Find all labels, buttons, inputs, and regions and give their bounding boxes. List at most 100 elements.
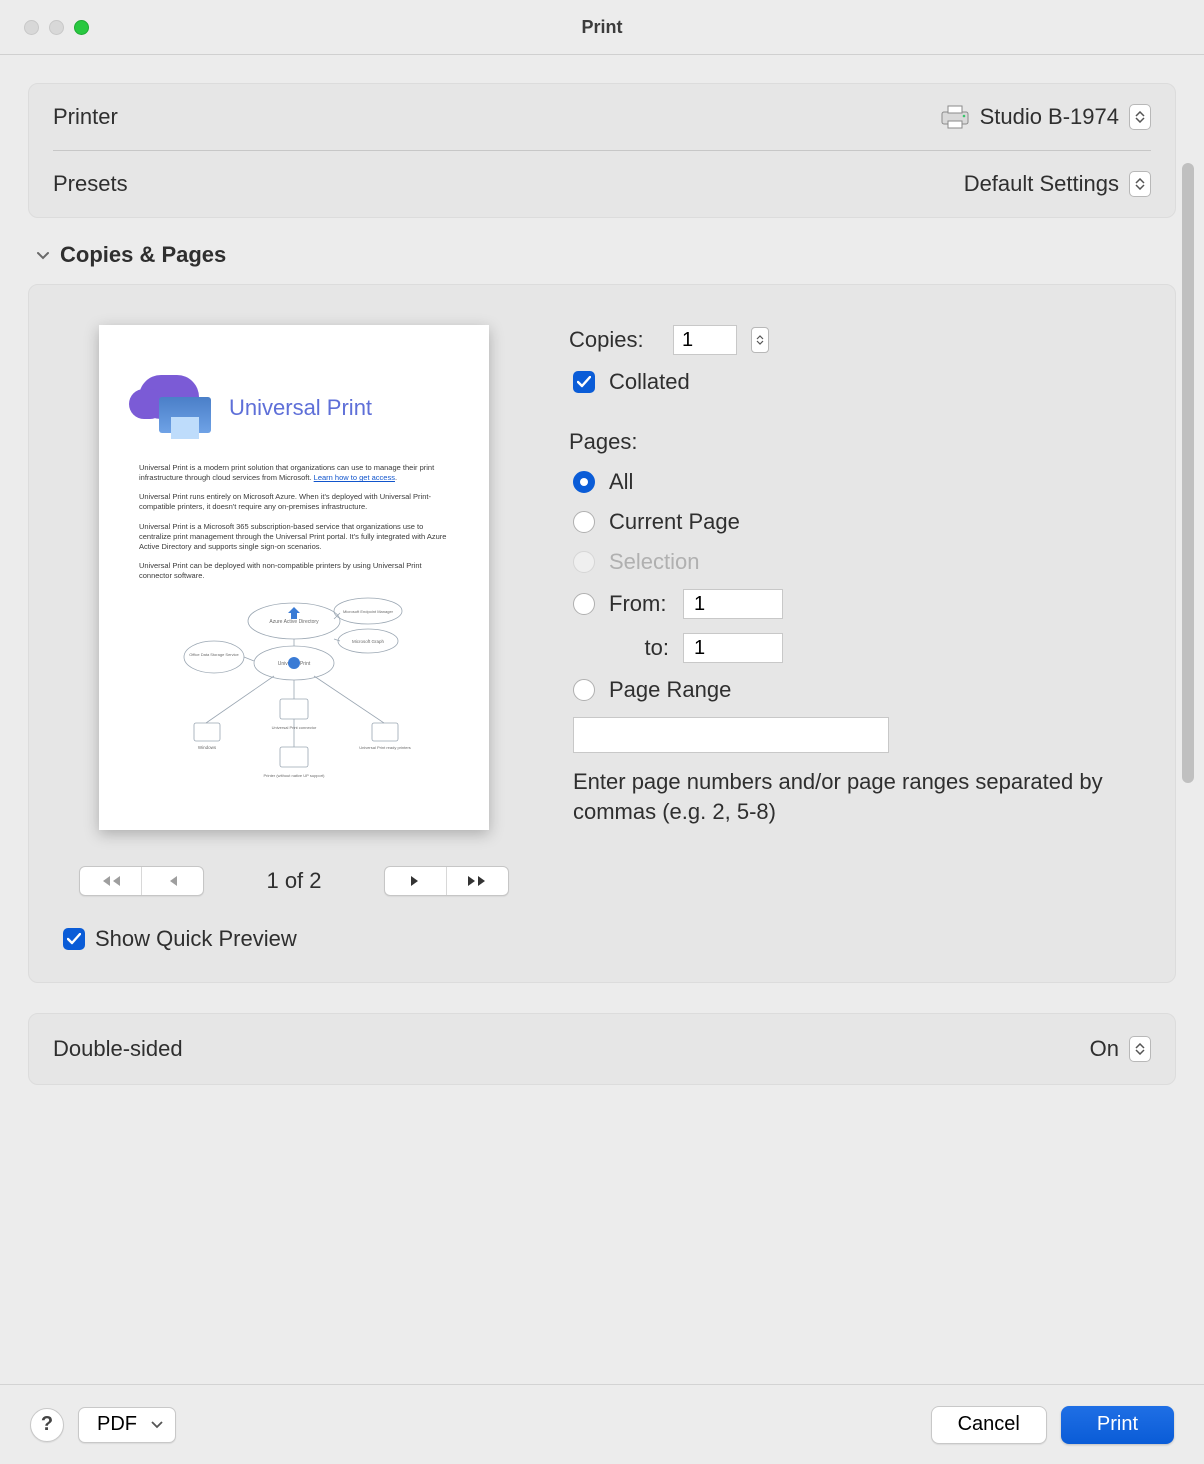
svg-text:Azure Active Directory: Azure Active Directory — [269, 619, 319, 625]
radio-from-row: From: — [569, 589, 1145, 619]
radio-selection-label: Selection — [609, 549, 700, 575]
svg-text:Universal Print ready printers: Universal Print ready printers — [359, 745, 411, 750]
from-label: From: — [609, 591, 669, 617]
printer-row: Printer Studio B-1974 — [29, 84, 1175, 150]
window-title: Print — [0, 17, 1204, 38]
printer-presets-panel: Printer Studio B-1974 — [28, 83, 1176, 218]
preview-paragraph: Universal Print is a Microsoft 365 subsc… — [139, 522, 449, 552]
preview-paragraph: Universal Print runs entirely on Microso… — [139, 492, 449, 512]
fade-overlay — [28, 1354, 1176, 1384]
preview-logo: Universal Print — [139, 375, 449, 441]
copies-pages-header[interactable]: Copies & Pages — [28, 218, 1176, 284]
check-icon — [577, 376, 591, 388]
radio-current-row: Current Page — [569, 509, 1145, 535]
svg-text:Microsoft Graph: Microsoft Graph — [352, 639, 385, 644]
print-button[interactable]: Print — [1061, 1406, 1174, 1444]
double-sided-select[interactable]: On — [1090, 1036, 1151, 1062]
show-quick-preview-label: Show Quick Preview — [95, 926, 297, 952]
printer-select[interactable]: Studio B-1974 — [940, 104, 1151, 130]
next-page-buttons — [384, 866, 509, 896]
prev-page-button[interactable] — [141, 867, 203, 895]
preview-diagram: Azure Active Directory Microsoft Endpoin… — [139, 591, 449, 791]
down-caret-icon — [756, 340, 764, 345]
pages-label: Pages: — [569, 429, 659, 455]
zoom-window-button[interactable] — [74, 20, 89, 35]
double-sided-value: On — [1090, 1036, 1119, 1062]
copies-pages-panel: Universal Print Universal Print is a mod… — [28, 284, 1176, 983]
next-page-button[interactable] — [385, 867, 446, 895]
vertical-scrollbar[interactable] — [1182, 163, 1194, 943]
minimize-window-button[interactable] — [49, 20, 64, 35]
page-range-input[interactable] — [573, 717, 889, 753]
preview-column: Universal Print Universal Print is a mod… — [59, 325, 529, 952]
copies-row: Copies: — [569, 325, 1145, 355]
preview-logo-text: Universal Print — [229, 395, 372, 421]
options-column: Copies: Collated Pages: — [569, 325, 1145, 952]
svg-text:Office Data Storage Service: Office Data Storage Service — [189, 652, 239, 657]
dropdown-stepper-icon — [1129, 104, 1151, 130]
show-quick-preview-checkbox[interactable] — [63, 928, 85, 950]
cancel-button[interactable]: Cancel — [931, 1406, 1047, 1444]
dialog-body: Printer Studio B-1974 — [0, 55, 1204, 1464]
scrollbar-thumb[interactable] — [1182, 163, 1194, 783]
help-button[interactable]: ? — [30, 1408, 64, 1442]
window-controls — [24, 20, 89, 35]
radio-current-page[interactable] — [573, 511, 595, 533]
preview-nav-row: 1 of 2 — [79, 866, 509, 896]
radio-all-label: All — [609, 469, 633, 495]
collated-label: Collated — [609, 369, 690, 395]
page-counter: 1 of 2 — [266, 868, 321, 894]
preview-paragraph: Universal Print is a modern print soluti… — [139, 463, 449, 483]
pdf-dropdown-button[interactable]: PDF — [78, 1407, 176, 1443]
svg-text:Microsoft Endpoint Manager: Microsoft Endpoint Manager — [343, 609, 394, 614]
copies-pages-title: Copies & Pages — [60, 242, 226, 268]
chevron-down-icon — [151, 1421, 163, 1429]
right-icon — [409, 875, 421, 887]
double-right-icon — [466, 875, 488, 887]
copies-stepper[interactable] — [751, 327, 769, 353]
radio-all[interactable] — [573, 471, 595, 493]
radio-selection — [573, 551, 595, 573]
page-preview[interactable]: Universal Print Universal Print is a mod… — [99, 325, 489, 830]
collated-row: Collated — [569, 369, 1145, 395]
last-page-button[interactable] — [446, 867, 508, 895]
show-quick-preview-row: Show Quick Preview — [63, 926, 297, 952]
preview-paragraph: Universal Print can be deployed with non… — [139, 561, 449, 581]
help-icon: ? — [41, 1413, 53, 1436]
radio-from[interactable] — [573, 593, 595, 615]
presets-row: Presets Default Settings — [29, 151, 1175, 217]
to-row: to: — [569, 633, 1145, 663]
left-icon — [167, 875, 179, 887]
double-sided-panel: Double-sided On — [28, 1013, 1176, 1085]
presets-label: Presets — [53, 171, 128, 197]
dropdown-stepper-icon — [1129, 1036, 1151, 1062]
universal-print-logo-icon — [139, 375, 217, 441]
printer-selected: Studio B-1974 — [980, 104, 1119, 130]
pdf-label: PDF — [97, 1413, 137, 1436]
radio-current-label: Current Page — [609, 509, 740, 535]
page-range-label: Page Range — [609, 677, 731, 703]
svg-text:Printer (without native UP sup: Printer (without native UP support) — [263, 773, 325, 778]
check-icon — [67, 933, 81, 945]
from-input[interactable] — [683, 589, 783, 619]
to-input[interactable] — [683, 633, 783, 663]
dropdown-stepper-icon — [1129, 171, 1151, 197]
titlebar: Print — [0, 0, 1204, 55]
radio-page-range[interactable] — [573, 679, 595, 701]
first-page-button[interactable] — [80, 867, 141, 895]
presets-select[interactable]: Default Settings — [964, 171, 1151, 197]
to-label: to: — [609, 635, 669, 661]
close-window-button[interactable] — [24, 20, 39, 35]
dialog-footer: ? PDF Cancel Print — [0, 1384, 1204, 1464]
radio-page-range-row: Page Range — [569, 677, 1145, 703]
copies-label: Copies: — [569, 327, 659, 353]
preview-learn-link: Learn how to get access — [314, 473, 395, 482]
copies-input[interactable] — [673, 325, 737, 355]
collated-checkbox[interactable] — [573, 371, 595, 393]
presets-selected: Default Settings — [964, 171, 1119, 197]
printer-icon — [940, 105, 970, 129]
chevron-down-icon — [36, 248, 50, 262]
print-dialog-window: Print Printer Studio B-1974 — [0, 0, 1204, 1464]
radio-selection-row: Selection — [569, 549, 1145, 575]
double-sided-label: Double-sided — [53, 1036, 183, 1062]
